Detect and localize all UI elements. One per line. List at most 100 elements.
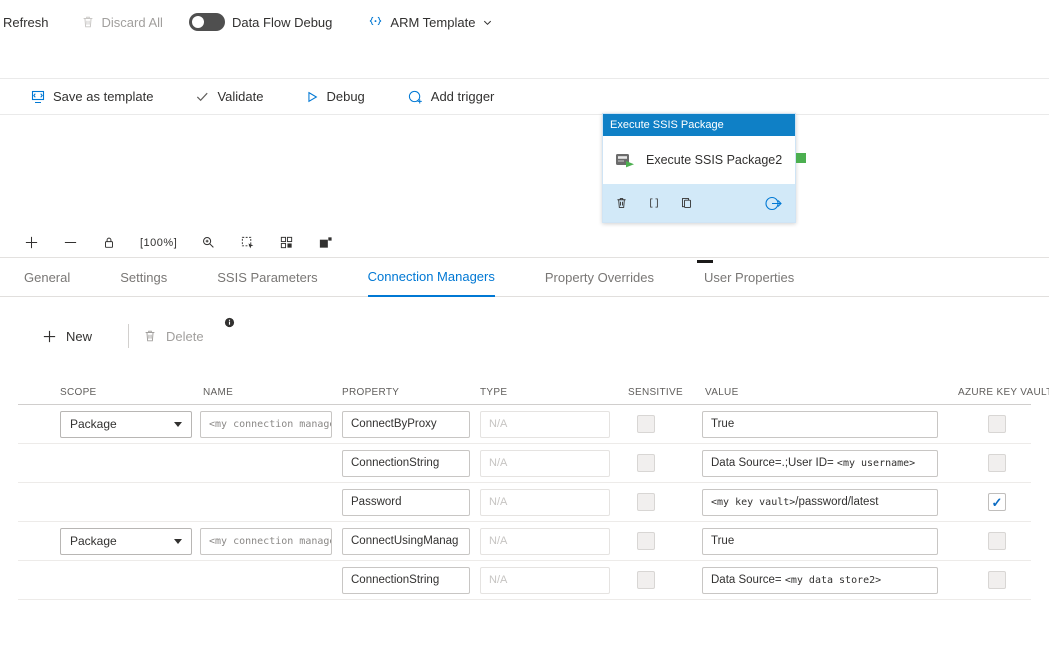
caret-down-icon — [174, 422, 182, 427]
zoom-to-fit-button[interactable] — [201, 235, 216, 250]
tab-connection-managers[interactable]: Connection Managers — [368, 258, 495, 297]
arm-template-menu[interactable]: ARM Template — [368, 9, 493, 35]
sensitive-checkbox[interactable] — [637, 415, 655, 433]
table-row: Password N/A <my key vault>/password/lat… — [18, 483, 1031, 522]
activity-config-panel: General Settings SSIS Parameters Connect… — [0, 258, 1049, 600]
value-code-text: <my key vault> — [711, 497, 795, 508]
sensitive-checkbox[interactable] — [637, 493, 655, 511]
auto-align-button[interactable] — [279, 235, 294, 250]
type-input: N/A — [480, 567, 610, 594]
tab-label: SSIS Parameters — [217, 270, 317, 285]
header-azure-key-vault: AZURE KEY VAULT — [948, 387, 1031, 398]
data-flow-debug-group: Data Flow Debug — [189, 9, 332, 35]
azure-key-vault-checkbox[interactable] — [988, 532, 1006, 550]
output-port[interactable] — [796, 153, 806, 163]
pipeline-canvas[interactable]: Execute SSIS Package Execute SSIS Packag… — [0, 115, 1049, 228]
add-trigger-button[interactable]: Add trigger — [407, 84, 495, 110]
tab-label: General — [24, 270, 70, 285]
new-connection-button[interactable]: New — [42, 329, 92, 344]
validate-icon — [195, 89, 210, 104]
connection-managers-table: SCOPE NAME PROPERTY TYPE SENSITIVE VALUE… — [18, 381, 1031, 600]
type-input: N/A — [480, 489, 610, 516]
value-input[interactable]: Data Source= <my data store2> — [702, 567, 938, 594]
delete-connection-button[interactable]: Delete — [143, 329, 204, 344]
type-placeholder: N/A — [489, 418, 507, 430]
lock-canvas-button[interactable] — [102, 235, 116, 250]
top-command-bar: Refresh Discard All Data Flow Debug ARM … — [0, 0, 1049, 78]
property-input[interactable]: Password — [342, 489, 470, 516]
scope-select[interactable]: Package — [60, 528, 192, 555]
tab-property-overrides[interactable]: Property Overrides — [545, 258, 654, 296]
property-value: ConnectByProxy — [351, 418, 437, 430]
sensitive-checkbox[interactable] — [637, 454, 655, 472]
save-as-template-button[interactable]: Save as template — [30, 84, 153, 110]
scope-select[interactable]: Package — [60, 411, 192, 438]
arm-template-label: ARM Template — [390, 15, 475, 30]
activity-footer — [603, 184, 795, 222]
value-input[interactable]: <my key vault>/password/latest — [702, 489, 938, 516]
connection-name-input[interactable]: <my connection manage — [200, 528, 332, 555]
validate-button[interactable]: Validate — [195, 84, 263, 110]
data-flow-debug-label: Data Flow Debug — [232, 15, 332, 30]
add-output-arrow-icon[interactable] — [764, 195, 783, 212]
property-value: ConnectionString — [351, 457, 439, 469]
brackets-icon-button[interactable] — [648, 196, 660, 210]
header-sensitive: SENSITIVE — [618, 387, 702, 398]
canvas-zoom-toolbar: [100%] — [0, 228, 1049, 258]
property-input[interactable]: ConnectionString — [342, 567, 470, 594]
azure-key-vault-checkbox[interactable] — [988, 415, 1006, 433]
copy-activity-button[interactable] — [680, 196, 693, 210]
property-value: Password — [351, 496, 402, 508]
tab-settings[interactable]: Settings — [120, 258, 167, 296]
tab-ssis-parameters[interactable]: SSIS Parameters — [217, 258, 317, 296]
value-code-text: <my username> — [837, 458, 915, 469]
azure-key-vault-checkbox[interactable] — [988, 493, 1006, 511]
table-row: Package <my connection manage ConnectByP… — [18, 405, 1031, 444]
scope-value: Package — [70, 534, 117, 548]
refresh-button[interactable]: Refresh — [3, 9, 49, 35]
info-icon[interactable] — [224, 317, 235, 328]
minimap-button[interactable] — [318, 235, 333, 250]
value-input[interactable]: True — [702, 528, 938, 555]
type-placeholder: N/A — [489, 496, 507, 508]
property-input[interactable]: ConnectByProxy — [342, 411, 470, 438]
azure-key-vault-checkbox[interactable] — [988, 454, 1006, 472]
multi-select-button[interactable] — [240, 235, 255, 250]
discard-all-label: Discard All — [102, 15, 163, 30]
data-flow-debug-toggle[interactable] — [189, 13, 225, 31]
name-placeholder: <my connection manage — [209, 536, 332, 547]
sensitive-checkbox[interactable] — [637, 532, 655, 550]
zoom-out-button[interactable] — [63, 235, 78, 250]
config-tabs: General Settings SSIS Parameters Connect… — [0, 258, 1049, 297]
ssis-package-icon — [614, 150, 635, 170]
property-input[interactable]: ConnectUsingManag — [342, 528, 470, 555]
delete-activity-button[interactable] — [615, 196, 628, 210]
panel-drag-handle[interactable] — [697, 260, 713, 263]
property-input[interactable]: ConnectionString — [342, 450, 470, 477]
debug-label: Debug — [326, 89, 364, 104]
property-value: ConnectionString — [351, 574, 439, 586]
add-trigger-icon — [407, 89, 424, 104]
value-input[interactable]: True — [702, 411, 938, 438]
type-placeholder: N/A — [489, 457, 507, 469]
tab-general[interactable]: General — [24, 258, 70, 296]
toolbar-divider — [128, 324, 129, 348]
sensitive-checkbox[interactable] — [637, 571, 655, 589]
discard-all-button[interactable]: Discard All — [81, 9, 163, 35]
zoom-level-button[interactable]: [100%] — [140, 237, 177, 249]
debug-button[interactable]: Debug — [305, 84, 364, 110]
type-placeholder: N/A — [489, 574, 507, 586]
tab-user-properties[interactable]: User Properties — [704, 258, 794, 296]
execute-ssis-activity-node[interactable]: Execute SSIS Package Execute SSIS Packag… — [602, 113, 796, 223]
add-icon — [42, 329, 57, 344]
save-as-template-label: Save as template — [53, 89, 153, 104]
toggle-knob — [192, 16, 204, 28]
tab-label: Settings — [120, 270, 167, 285]
activity-name-label: Execute SSIS Package2 — [646, 153, 782, 167]
value-input[interactable]: Data Source=.;User ID= <my username> — [702, 450, 938, 477]
connection-name-input[interactable]: <my connection manage — [200, 411, 332, 438]
add-trigger-label: Add trigger — [431, 89, 495, 104]
debug-play-icon — [305, 90, 319, 104]
zoom-in-button[interactable] — [24, 235, 39, 250]
azure-key-vault-checkbox[interactable] — [988, 571, 1006, 589]
